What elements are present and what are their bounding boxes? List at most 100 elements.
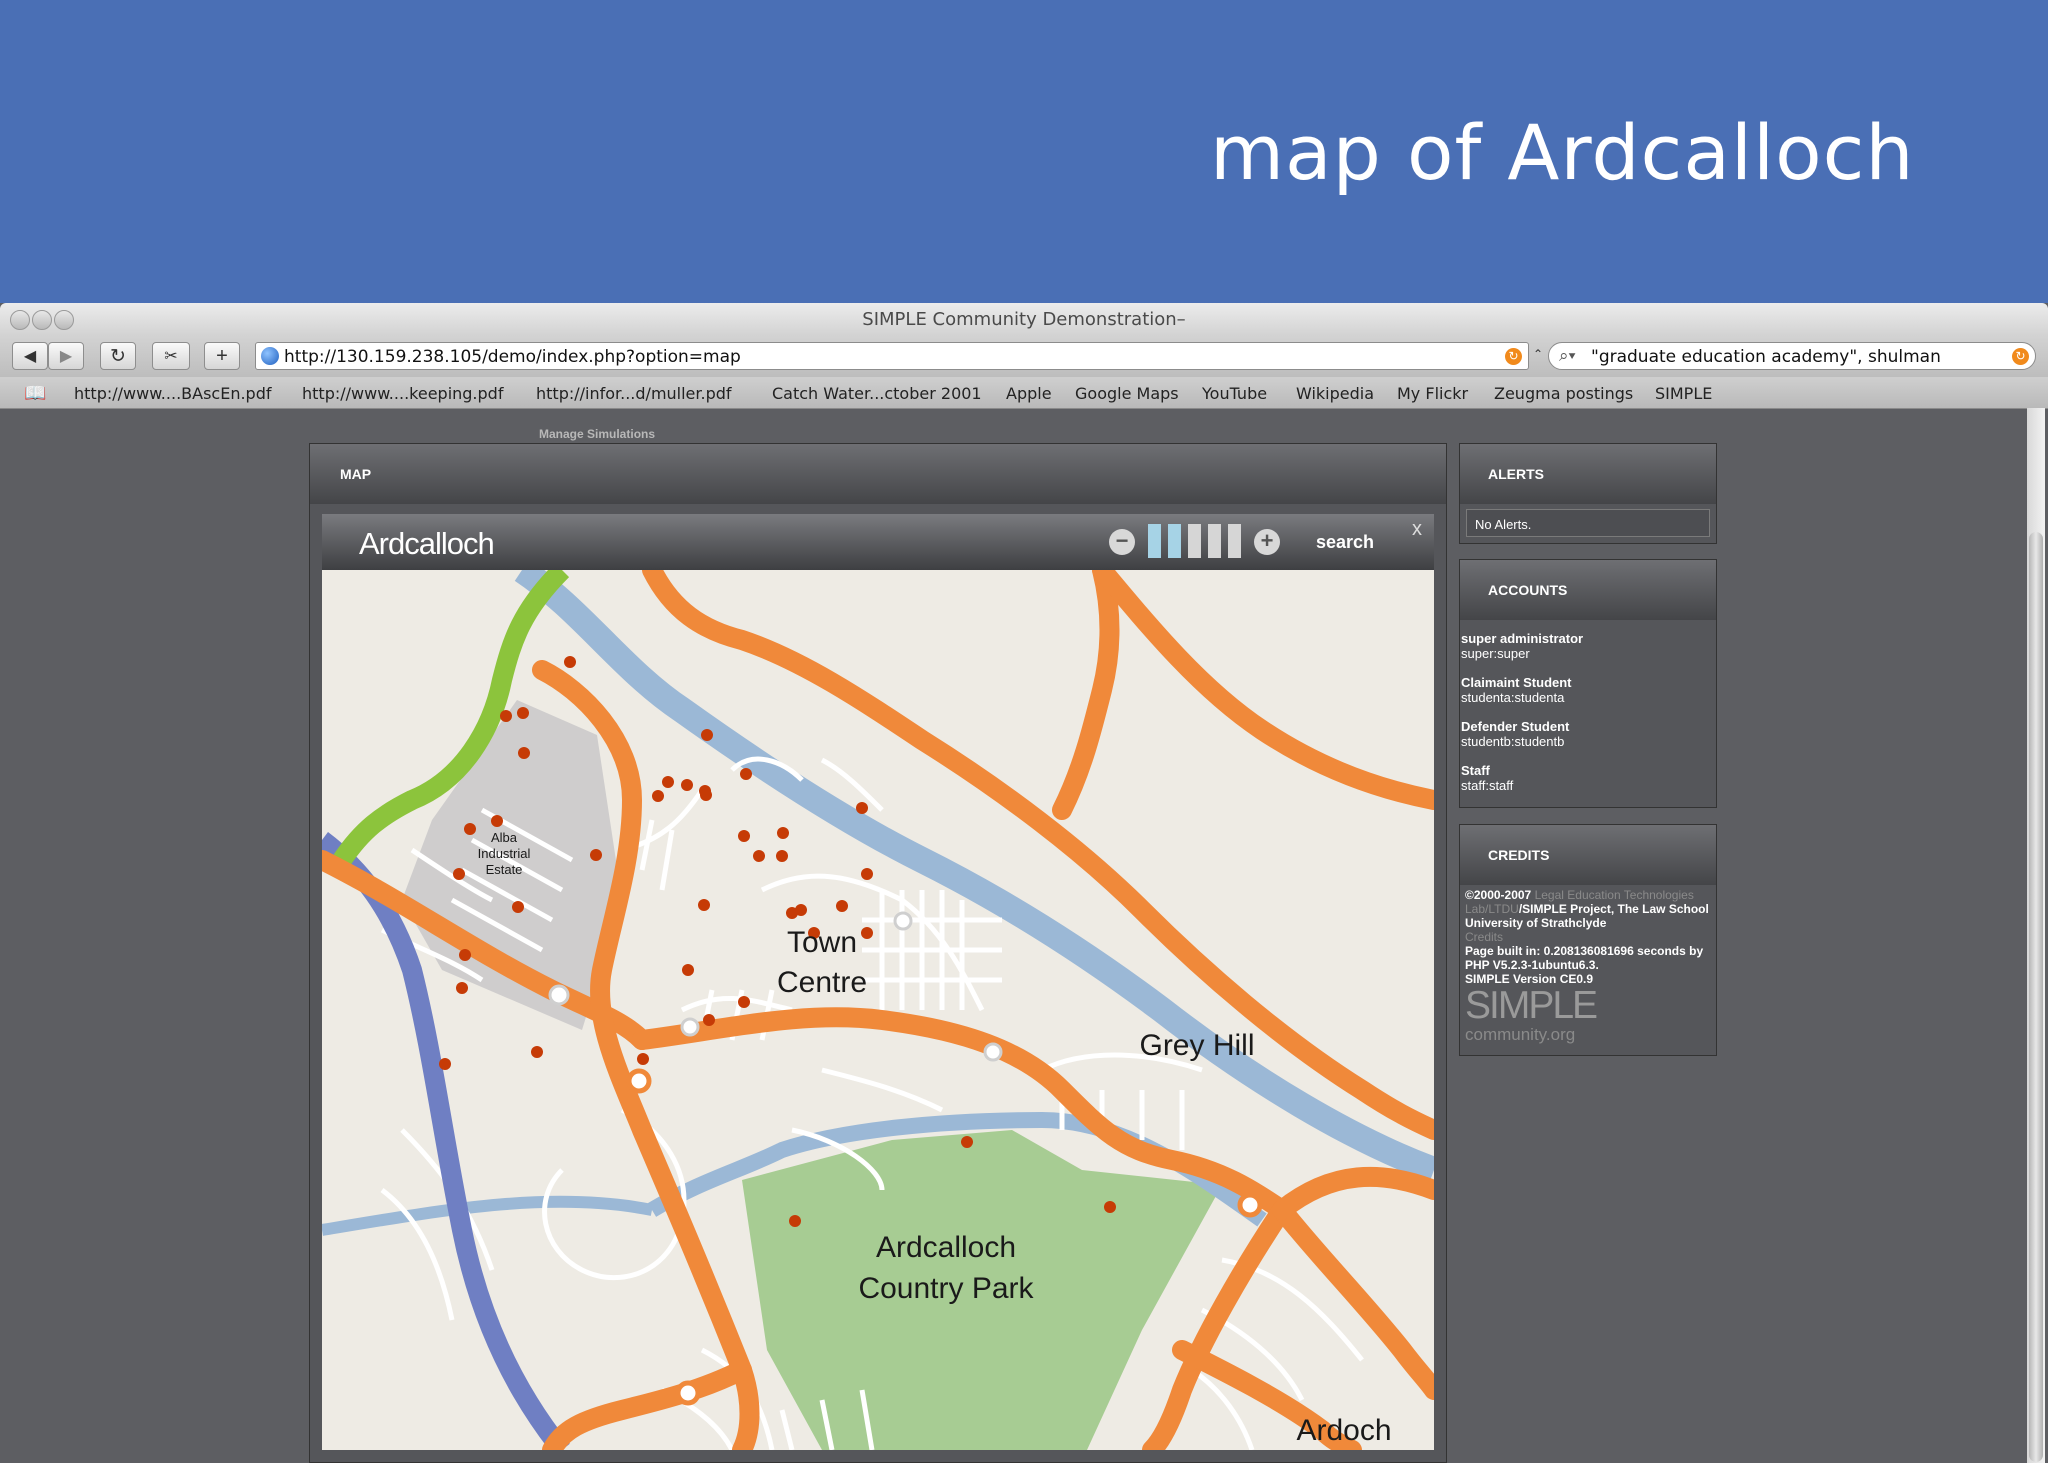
incident-marker[interactable] (1104, 1201, 1116, 1213)
incident-marker[interactable] (512, 901, 524, 913)
zoom-level-segment[interactable] (1168, 524, 1181, 558)
search-clear-icon[interactable]: ↻ (2012, 348, 2029, 365)
bookmarks-book-icon[interactable]: 📖 (24, 383, 46, 404)
url-text: http://130.159.238.105/demo/index.php?op… (284, 347, 741, 367)
simple-logo-domain: community.org (1465, 1025, 1576, 1044)
incident-marker[interactable] (681, 779, 693, 791)
incident-marker[interactable] (682, 964, 694, 976)
incident-marker[interactable] (662, 776, 674, 788)
slide-title: map of Ardcalloch (1210, 108, 1915, 197)
account-entry[interactable]: Claimaint Student studenta:studenta (1461, 675, 1583, 705)
incident-marker[interactable] (518, 747, 530, 759)
reload-button[interactable]: ↻ (100, 342, 136, 370)
account-entry[interactable]: Defender Student studentb:studentb (1461, 719, 1583, 749)
alerts-panel: ALERTS No Alerts. (1459, 443, 1717, 544)
address-dropdown-icon[interactable]: ⌃ (1533, 347, 1543, 361)
forward-arrow-icon: ▶ (59, 348, 73, 365)
incident-marker[interactable] (753, 850, 765, 862)
snapback-button[interactable]: ✂ (152, 342, 190, 370)
industrial-label-line1: Alba (491, 830, 518, 845)
incident-marker[interactable] (456, 982, 468, 994)
bookmark-item[interactable]: http://infor...d/muller.pdf (536, 384, 732, 403)
incident-marker[interactable] (500, 710, 512, 722)
incident-marker[interactable] (517, 707, 529, 719)
incident-marker[interactable] (459, 949, 471, 961)
incident-marker[interactable] (637, 1053, 649, 1065)
map-canvas[interactable]: Alba Industrial Estate Town Centre Grey … (322, 570, 1434, 1450)
window-title: SIMPLE Community Demonstration– (862, 309, 1186, 330)
incident-marker[interactable] (703, 1014, 715, 1026)
account-login: super:super (1461, 646, 1530, 661)
park-label-line1: Ardcalloch (876, 1231, 1016, 1264)
account-login: staff:staff (1461, 778, 1514, 793)
incident-marker[interactable] (789, 1215, 801, 1227)
incident-marker[interactable] (836, 900, 848, 912)
incident-marker[interactable] (740, 768, 752, 780)
bookmark-item[interactable]: SIMPLE (1655, 384, 1712, 403)
credits-link[interactable]: Credits (1465, 930, 1711, 944)
incident-marker[interactable] (856, 802, 868, 814)
incident-marker[interactable] (464, 823, 476, 835)
zoom-out-button[interactable]: − (1109, 529, 1135, 555)
zoom-in-button[interactable]: + (1254, 529, 1280, 555)
incident-marker[interactable] (861, 927, 873, 939)
incident-marker[interactable] (738, 830, 750, 842)
page-scrollbar[interactable] (2027, 408, 2045, 1463)
back-button[interactable]: ◀ (12, 342, 48, 370)
bookmark-item[interactable]: http://www....keeping.pdf (302, 384, 503, 403)
incident-marker[interactable] (776, 850, 788, 862)
account-entry[interactable]: Staff staff:staff (1461, 763, 1583, 793)
map-widget: Ardcalloch − + search x Alba Industrial … (322, 514, 1434, 1450)
incident-marker[interactable] (701, 729, 713, 741)
zoom-level-segment[interactable] (1208, 524, 1221, 558)
address-bar[interactable]: http://130.159.238.105/demo/index.php?op… (255, 342, 1529, 370)
incident-marker[interactable] (564, 656, 576, 668)
incident-marker[interactable] (795, 904, 807, 916)
alerts-message: No Alerts. (1475, 517, 1532, 532)
incident-marker[interactable] (652, 790, 664, 802)
zoom-level-segment[interactable] (1228, 524, 1241, 558)
map-title: Ardcalloch (359, 526, 495, 561)
manage-simulations-link[interactable]: Manage Simulations (539, 427, 655, 441)
bookmark-item[interactable]: My Flickr (1397, 384, 1468, 403)
map-panel-header: MAP (310, 444, 1446, 504)
town-centre-label-line2: Centre (777, 966, 867, 999)
bookmark-item[interactable]: Wikipedia (1296, 384, 1374, 403)
incident-marker[interactable] (698, 899, 710, 911)
account-role: Staff (1461, 763, 1490, 778)
bookmark-item[interactable]: Google Maps (1075, 384, 1179, 403)
scrollbar-thumb[interactable] (2029, 532, 2043, 1462)
credits-copyright: ©2000-2007 (1465, 888, 1532, 902)
incident-marker[interactable] (700, 789, 712, 801)
industrial-label-line3: Estate (486, 862, 523, 877)
incident-marker[interactable] (491, 815, 503, 827)
search-field[interactable]: ⌕▾ "graduate education academy", shulman… (1548, 342, 2036, 370)
industrial-label-line2: Industrial (478, 846, 531, 861)
incident-marker[interactable] (590, 849, 602, 861)
bookmark-item[interactable]: Apple (1006, 384, 1052, 403)
bookmark-item[interactable]: Catch Water...ctober 2001 (772, 384, 982, 403)
incident-marker[interactable] (961, 1136, 973, 1148)
magnifier-icon: ⌕▾ (1559, 346, 1576, 365)
zoom-level-segment[interactable] (1188, 524, 1201, 558)
back-arrow-icon: ◀ (23, 348, 37, 365)
map-close-button[interactable]: x (1412, 518, 1422, 541)
incident-marker[interactable] (861, 868, 873, 880)
incident-marker[interactable] (531, 1046, 543, 1058)
add-bookmark-button[interactable]: + (204, 342, 240, 370)
account-role: Defender Student (1461, 719, 1570, 734)
zoom-level-segment[interactable] (1148, 524, 1161, 558)
incident-marker[interactable] (439, 1058, 451, 1070)
scissors-icon: ✂ (164, 348, 178, 365)
incident-marker[interactable] (777, 827, 789, 839)
map-search-button[interactable]: search (1316, 532, 1374, 553)
bookmark-item[interactable]: YouTube (1202, 384, 1267, 403)
bookmark-item[interactable]: http://www....BAscEn.pdf (74, 384, 271, 403)
incident-marker[interactable] (453, 868, 465, 880)
rss-icon[interactable]: ↻ (1505, 348, 1522, 365)
accounts-panel: ACCOUNTS super administrator super:super… (1459, 559, 1717, 808)
bookmark-item[interactable]: Zeugma postings (1494, 384, 1633, 403)
account-entry[interactable]: super administrator super:super (1461, 631, 1583, 661)
forward-button[interactable]: ▶ (48, 342, 84, 370)
incident-marker[interactable] (738, 996, 750, 1008)
